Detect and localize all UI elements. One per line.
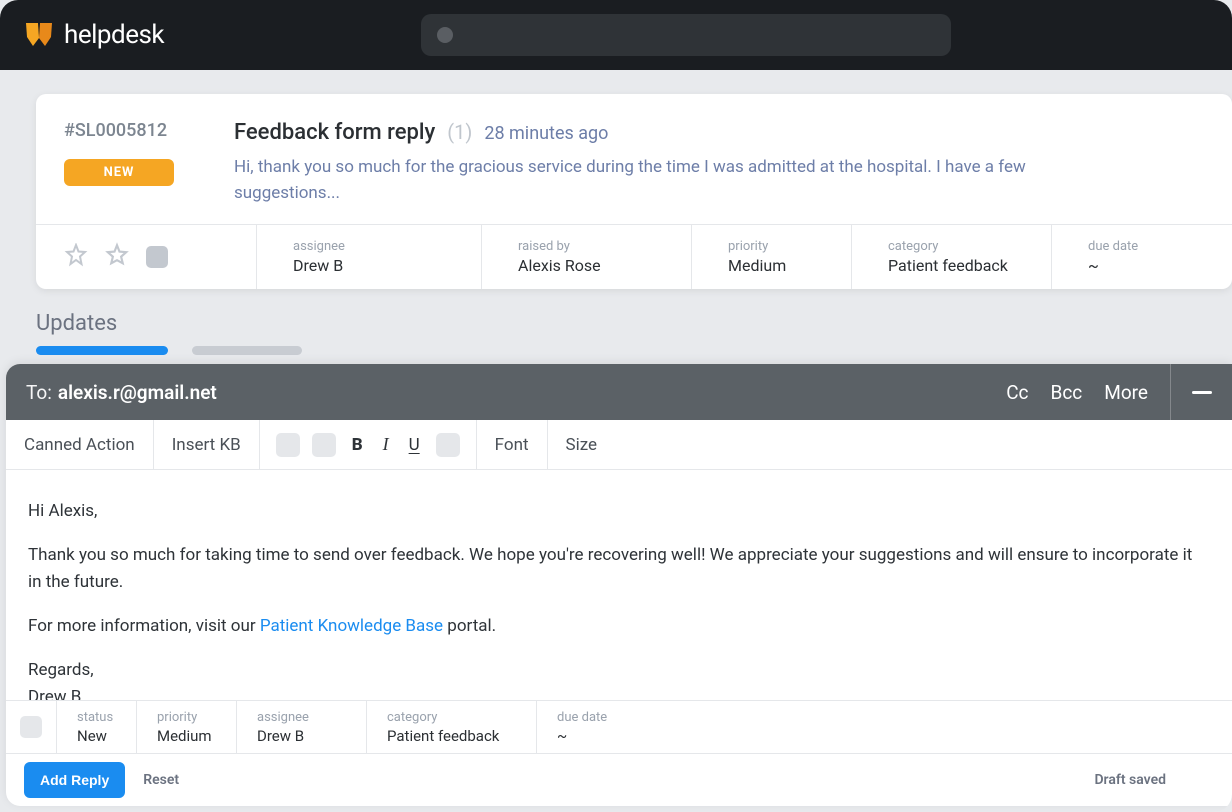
- underline-button[interactable]: U: [405, 435, 424, 455]
- reply-meta-checkbox-wrap: [6, 701, 56, 753]
- ticket-reply-count: (1): [447, 120, 472, 144]
- updates-tab-active[interactable]: [36, 346, 168, 355]
- editor-greeting: Hi Alexis,: [28, 498, 1210, 524]
- minimize-button[interactable]: [1170, 364, 1232, 420]
- meta-category[interactable]: category Patient feedback: [851, 225, 1051, 289]
- reply-category[interactable]: category Patient feedback: [366, 701, 536, 753]
- compose-footer: Add Reply Reset Draft saved: [6, 754, 1232, 806]
- compose-panel: To: alexis.r@gmail.net Cc Bcc More Canne…: [6, 364, 1232, 806]
- font-select[interactable]: Font: [477, 420, 548, 469]
- format-option-3[interactable]: [436, 433, 460, 457]
- insert-kb-button[interactable]: Insert KB: [154, 420, 260, 469]
- search-input[interactable]: [421, 14, 951, 56]
- reply-status[interactable]: status New: [56, 701, 136, 753]
- add-reply-button[interactable]: Add Reply: [24, 762, 125, 798]
- reset-button[interactable]: Reset: [143, 772, 179, 788]
- brand-logo[interactable]: helpdesk: [24, 20, 164, 50]
- status-badge: NEW: [64, 159, 174, 186]
- star-filled-icon[interactable]: [64, 243, 88, 271]
- ticket-timestamp: 28 minutes ago: [484, 123, 608, 144]
- editor-paragraph-1: Thank you so much for taking time to sen…: [28, 542, 1210, 595]
- reply-meta-checkbox[interactable]: [20, 716, 42, 738]
- updates-heading: Updates: [36, 311, 1232, 336]
- reply-editor[interactable]: Hi Alexis, Thank you so much for taking …: [6, 470, 1232, 700]
- star-outline-icon[interactable]: [104, 242, 130, 272]
- ticket-preview: Hi, thank you so much for the gracious s…: [234, 155, 1054, 206]
- reply-priority[interactable]: priority Medium: [136, 701, 236, 753]
- editor-paragraph-2: For more information, visit our Patient …: [28, 613, 1210, 639]
- updates-section: Updates: [36, 311, 1232, 355]
- meta-priority[interactable]: priority Medium: [691, 225, 851, 289]
- meta-due-date[interactable]: due date ~: [1051, 225, 1232, 289]
- draft-saved-label: Draft saved: [1094, 772, 1166, 788]
- ticket-title: Feedback form reply: [234, 120, 435, 145]
- reply-meta-row: status New priority Medium assignee Drew…: [6, 700, 1232, 754]
- topbar: helpdesk: [0, 0, 1232, 70]
- minimize-icon: [1192, 391, 1212, 394]
- more-button[interactable]: More: [1104, 381, 1148, 404]
- updates-tab-inactive[interactable]: [192, 346, 302, 355]
- search-icon: [437, 27, 453, 43]
- ticket-id: #SL0005812: [64, 120, 194, 141]
- size-select[interactable]: Size: [548, 420, 616, 469]
- editor-signoff: Regards,: [28, 657, 1210, 683]
- brand-name: helpdesk: [64, 20, 164, 50]
- editor-toolbar: Canned Action Insert KB B I U Font Size: [6, 420, 1232, 470]
- editor-signature: Drew B.: [28, 684, 1210, 700]
- fox-logo-icon: [24, 20, 54, 50]
- cc-button[interactable]: Cc: [1006, 381, 1028, 404]
- bcc-button[interactable]: Bcc: [1051, 381, 1083, 404]
- compose-header: To: alexis.r@gmail.net Cc Bcc More: [6, 364, 1232, 420]
- kb-link[interactable]: Patient Knowledge Base: [260, 616, 443, 636]
- canned-action-button[interactable]: Canned Action: [6, 420, 154, 469]
- format-option-2[interactable]: [312, 433, 336, 457]
- meta-assignee[interactable]: assignee Drew B: [256, 225, 481, 289]
- meta-raised-by[interactable]: raised by Alexis Rose: [481, 225, 691, 289]
- reply-due-date[interactable]: due date ~: [536, 701, 1232, 753]
- italic-button[interactable]: I: [379, 434, 393, 455]
- ticket-card: #SL0005812 NEW Feedback form reply (1) 2…: [36, 94, 1232, 289]
- to-label: To:: [26, 381, 52, 404]
- reply-assignee[interactable]: assignee Drew B: [236, 701, 366, 753]
- ticket-meta-row: assignee Drew B raised by Alexis Rose pr…: [36, 224, 1232, 289]
- format-option-1[interactable]: [276, 433, 300, 457]
- bold-button[interactable]: B: [348, 435, 367, 455]
- select-checkbox[interactable]: [146, 246, 168, 268]
- to-value[interactable]: alexis.r@gmail.net: [58, 381, 217, 404]
